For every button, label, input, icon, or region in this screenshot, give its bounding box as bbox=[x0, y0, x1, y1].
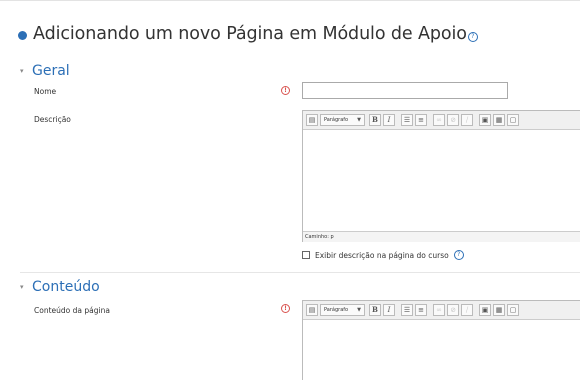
toolbar-toggle-icon[interactable]: ▤ bbox=[306, 114, 318, 126]
title-help-icon[interactable]: ? bbox=[467, 32, 478, 42]
required-icon: ! bbox=[281, 304, 290, 313]
bullet-list-icon[interactable]: ☰ bbox=[401, 304, 413, 316]
file-manager-icon[interactable]: ▢ bbox=[507, 304, 519, 316]
link-icon[interactable]: ∞ bbox=[433, 304, 445, 316]
section-divider bbox=[20, 272, 580, 273]
file-manager-icon[interactable]: ▢ bbox=[507, 114, 519, 126]
section-general-title: Geral bbox=[32, 63, 70, 79]
anchor-icon[interactable]: / bbox=[461, 114, 473, 126]
editor-text-area[interactable] bbox=[303, 130, 580, 231]
image-icon[interactable]: ▣ bbox=[479, 114, 491, 126]
bold-button[interactable]: B bbox=[369, 114, 381, 126]
section-content-toggle[interactable]: ▾ Conteúdo bbox=[20, 279, 100, 295]
section-general-toggle[interactable]: ▾ Geral bbox=[20, 63, 70, 79]
format-select[interactable]: Parágrafo ▼ bbox=[320, 304, 365, 316]
page-content-label: Conteúdo da página bbox=[34, 306, 110, 315]
description-editor: ▤ Parágrafo ▼ B I ☰ ≡ ∞ ⊘ / ▣ ▦ ▢ Caminh… bbox=[302, 110, 580, 242]
help-icon[interactable]: ? bbox=[453, 250, 464, 260]
image-icon[interactable]: ▣ bbox=[479, 304, 491, 316]
numbered-list-icon[interactable]: ≡ bbox=[415, 304, 427, 316]
anchor-icon[interactable]: / bbox=[461, 304, 473, 316]
italic-button[interactable]: I bbox=[383, 304, 395, 316]
show-description-option: Exibir descrição na página do curso ? bbox=[302, 250, 464, 260]
format-select-value: Parágrafo bbox=[324, 307, 349, 313]
page-heading: Adicionando um novo Página em Módulo de … bbox=[18, 24, 478, 44]
media-icon[interactable]: ▦ bbox=[493, 304, 505, 316]
editor-text-area[interactable] bbox=[303, 320, 580, 380]
page-content-editor: ▤ Parágrafo ▼ B I ☰ ≡ ∞ ⊘ / ▣ ▦ ▢ bbox=[302, 300, 580, 380]
numbered-list-icon[interactable]: ≡ bbox=[415, 114, 427, 126]
bullet-list-icon[interactable]: ☰ bbox=[401, 114, 413, 126]
top-border bbox=[0, 0, 580, 1]
show-description-checkbox[interactable] bbox=[302, 251, 310, 259]
section-content-title: Conteúdo bbox=[32, 279, 100, 295]
name-label: Nome bbox=[34, 87, 57, 96]
chevron-down-icon: ▾ bbox=[20, 283, 24, 291]
unlink-icon[interactable]: ⊘ bbox=[447, 304, 459, 316]
editor-toolbar: ▤ Parágrafo ▼ B I ☰ ≡ ∞ ⊘ / ▣ ▦ ▢ bbox=[303, 301, 580, 320]
chevron-down-icon: ▾ bbox=[20, 67, 24, 75]
link-icon[interactable]: ∞ bbox=[433, 114, 445, 126]
format-select-value: Parágrafo bbox=[324, 117, 349, 123]
format-select[interactable]: Parágrafo ▼ bbox=[320, 114, 365, 126]
editor-path: Caminho: p bbox=[303, 231, 580, 242]
heading-bullet-icon bbox=[18, 30, 27, 40]
toolbar-toggle-icon[interactable]: ▤ bbox=[306, 304, 318, 316]
required-icon: ! bbox=[281, 86, 290, 95]
bold-button[interactable]: B bbox=[369, 304, 381, 316]
media-icon[interactable]: ▦ bbox=[493, 114, 505, 126]
chevron-down-icon: ▼ bbox=[357, 307, 361, 313]
italic-button[interactable]: I bbox=[383, 114, 395, 126]
name-input[interactable] bbox=[302, 82, 508, 99]
page-title: Adicionando um novo Página em Módulo de … bbox=[33, 24, 467, 44]
description-label: Descrição bbox=[34, 115, 71, 124]
chevron-down-icon: ▼ bbox=[357, 117, 361, 123]
unlink-icon[interactable]: ⊘ bbox=[447, 114, 459, 126]
editor-toolbar: ▤ Parágrafo ▼ B I ☰ ≡ ∞ ⊘ / ▣ ▦ ▢ bbox=[303, 111, 580, 130]
show-description-label[interactable]: Exibir descrição na página do curso bbox=[315, 251, 449, 260]
